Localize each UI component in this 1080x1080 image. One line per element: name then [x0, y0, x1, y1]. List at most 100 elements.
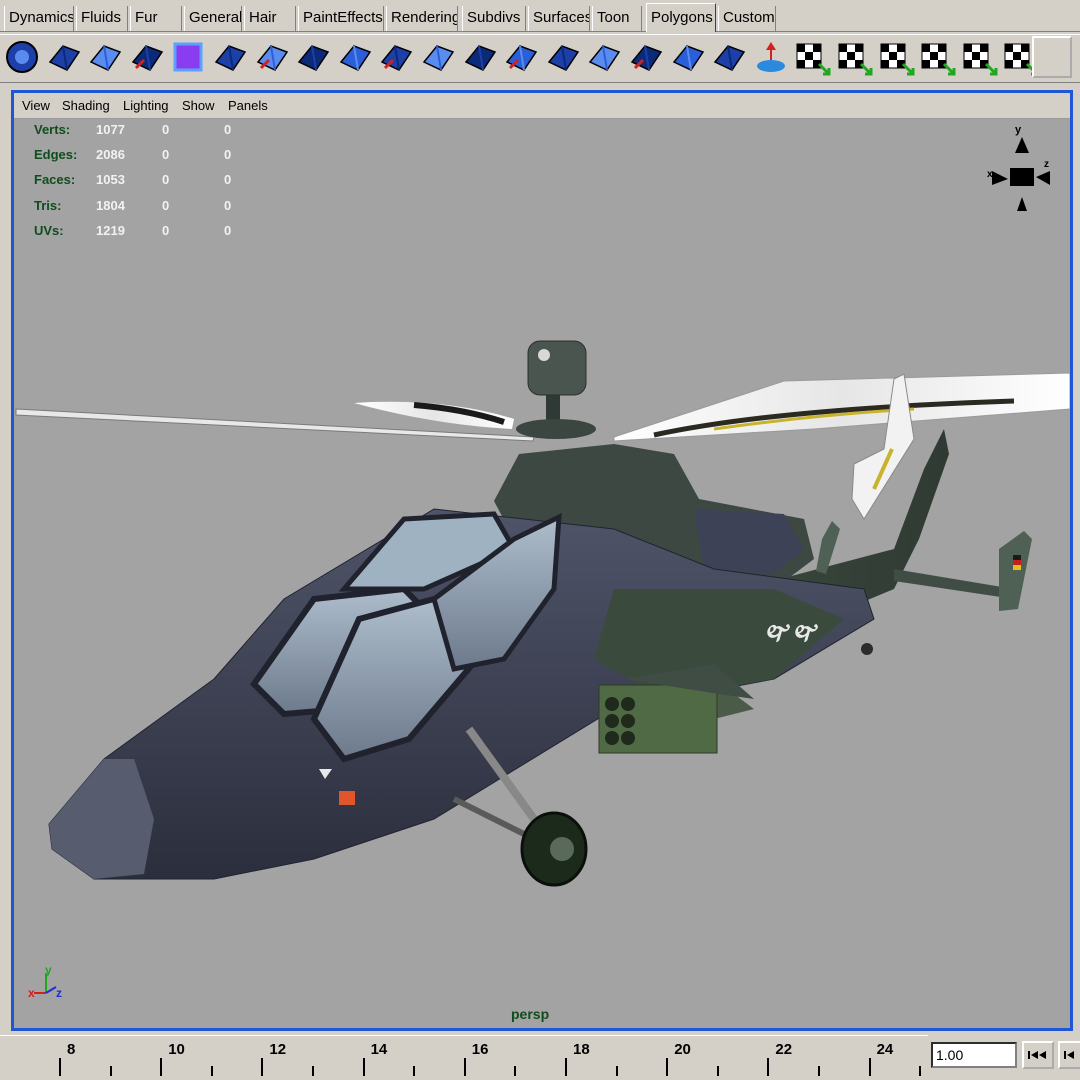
add-divisions-icon[interactable] [501, 36, 541, 78]
menu-show[interactable]: Show [182, 98, 215, 113]
view-cube-icon[interactable]: y x z [982, 121, 1052, 213]
polygon-plane-icon[interactable] [210, 36, 250, 78]
hud-label: UVs: [34, 222, 64, 238]
shelf-tab-bar: Dynamics Fluids Fur General Hair PaintEffects… [0, 0, 1080, 32]
polygon-shelf [0, 34, 1080, 80]
uv-cylindrical-icon[interactable] [876, 36, 916, 78]
hud-value: 0 [224, 147, 232, 163]
step-back-button[interactable] [1058, 1041, 1080, 1069]
uv-editor-icon[interactable] [959, 36, 999, 78]
timeline-label: 18 [573, 1041, 590, 1058]
fill-hole-icon[interactable] [709, 36, 749, 78]
timeline-minor-tick [514, 1066, 517, 1076]
shelf-tab-surfaces[interactable]: Surfaces [528, 6, 590, 31]
empty-shelf-slot[interactable] [1032, 36, 1072, 78]
subdivide-icon[interactable] [460, 36, 500, 78]
timeline-minor-tick [716, 1066, 719, 1076]
uv-planar-icon[interactable] [792, 36, 832, 78]
menu-panels[interactable]: Panels [228, 98, 268, 113]
triangulate-icon[interactable] [543, 36, 583, 78]
polygon-cube-icon[interactable] [127, 36, 167, 78]
merge-vertices-icon[interactable] [584, 36, 624, 78]
polygon-sphere-icon[interactable] [2, 36, 42, 78]
shelf-tab-custom[interactable]: Custom [718, 6, 776, 31]
timeline-minor-tick [818, 1066, 820, 1076]
axis-x-label: x [28, 986, 35, 1000]
view-cube-z-label: z [1044, 159, 1049, 170]
timeline-minor-tick [312, 1066, 314, 1076]
axis-gizmo-icon: y x z [28, 965, 62, 1000]
time-slider[interactable]: 8 10 12 14 16 18 20 22 24 [0, 1035, 928, 1080]
hud-value: 1077 [96, 122, 125, 137]
poke-face-icon[interactable] [418, 36, 458, 78]
extrude-face-icon[interactable] [293, 36, 333, 78]
current-frame-field[interactable] [931, 1042, 1017, 1068]
menu-view[interactable]: View [22, 98, 50, 113]
polygon-cylinder-icon[interactable] [85, 36, 125, 78]
polygon-cube-wire-icon[interactable] [168, 36, 208, 78]
timeline-label: 20 [674, 1041, 691, 1058]
timeline-label: 16 [471, 1041, 489, 1058]
camera-name-label: persp [511, 1006, 550, 1022]
shelf-tab-fur[interactable]: Fur [130, 6, 182, 31]
axis-z-label: z [56, 986, 62, 1000]
viewport-menu-bar: View Shading Lighting Show Panels [14, 93, 1070, 119]
shelf-tab-painteffects[interactable]: PaintEffects [298, 6, 384, 31]
append-polygon-icon[interactable] [668, 36, 708, 78]
timeline-minor-tick [210, 1066, 213, 1076]
timeline-label: 12 [269, 1041, 287, 1058]
timeline-label: 10 [168, 1041, 185, 1058]
shelf-tab-hair[interactable]: Hair [244, 6, 296, 31]
split-polygon-icon[interactable] [252, 36, 292, 78]
timeline-major-tick [160, 1058, 163, 1076]
timeline-major-tick [261, 1058, 264, 1076]
polygon-plane-split-icon[interactable] [44, 36, 84, 78]
perspective-viewport[interactable]: View Shading Lighting Show Panels 🙰🙰 Ver… [11, 90, 1073, 1031]
shelf-tab-subdivs[interactable]: Subdivs [462, 6, 526, 31]
view-cube-y-label: y [1015, 124, 1022, 136]
menu-shading[interactable]: Shading [62, 98, 110, 113]
nose [49, 759, 154, 879]
bevel-icon[interactable] [626, 36, 666, 78]
hud-value: 0 [224, 122, 232, 137]
timeline-label: 8 [67, 1041, 76, 1058]
go-to-start-icon [1028, 1051, 1046, 1059]
timeline-major-tick [463, 1058, 466, 1076]
hud-label: Tris: [34, 197, 62, 213]
timeline-minor-tick [919, 1066, 922, 1076]
menu-lighting[interactable]: Lighting [123, 98, 169, 113]
shelf-tab-general[interactable]: General [184, 6, 242, 31]
hud-value: 0 [224, 197, 232, 213]
hud-value: 0 [224, 222, 232, 238]
hud-value: 1053 [96, 172, 125, 188]
axis-y-label: y [45, 965, 52, 977]
uv-spherical-icon[interactable] [917, 36, 957, 78]
shelf-tab-fluids[interactable]: Fluids [76, 6, 128, 31]
hud-label: Faces: [34, 172, 76, 188]
timeline-minor-tick [615, 1066, 618, 1076]
shelf-tab-dynamics[interactable]: Dynamics [4, 6, 74, 31]
helicopter-model[interactable]: 🙰🙰 [14, 119, 1070, 1028]
hud-value: 0 [162, 122, 170, 137]
shelf-tab-rendering[interactable]: Rendering [386, 6, 458, 31]
hud-value: 0 [224, 172, 232, 188]
wedge-face-icon[interactable] [376, 36, 416, 78]
move-component-icon[interactable] [751, 36, 791, 78]
hud-value: 1219 [96, 222, 125, 238]
shelf-tab-polygons[interactable]: Polygons [646, 3, 716, 32]
timeline-major-tick [868, 1058, 871, 1076]
timeline-minor-tick [109, 1066, 112, 1076]
hud-value: 0 [162, 222, 170, 238]
hud-label: Edges: [34, 147, 78, 163]
extrude-edge-icon[interactable] [335, 36, 375, 78]
svg-text:🙰🙰: 🙰🙰 [764, 619, 820, 644]
timeline-label: 22 [775, 1041, 793, 1058]
uv-auto-map-icon[interactable] [834, 36, 874, 78]
timeline-major-tick [666, 1058, 669, 1076]
hud-value: 0 [162, 172, 170, 188]
timeline-label: 14 [370, 1041, 388, 1058]
go-to-start-button[interactable] [1022, 1041, 1054, 1069]
shelf-tab-toon[interactable]: Toon [592, 6, 642, 31]
timeline-major-tick [565, 1058, 567, 1076]
shelf-divider [0, 82, 1080, 90]
